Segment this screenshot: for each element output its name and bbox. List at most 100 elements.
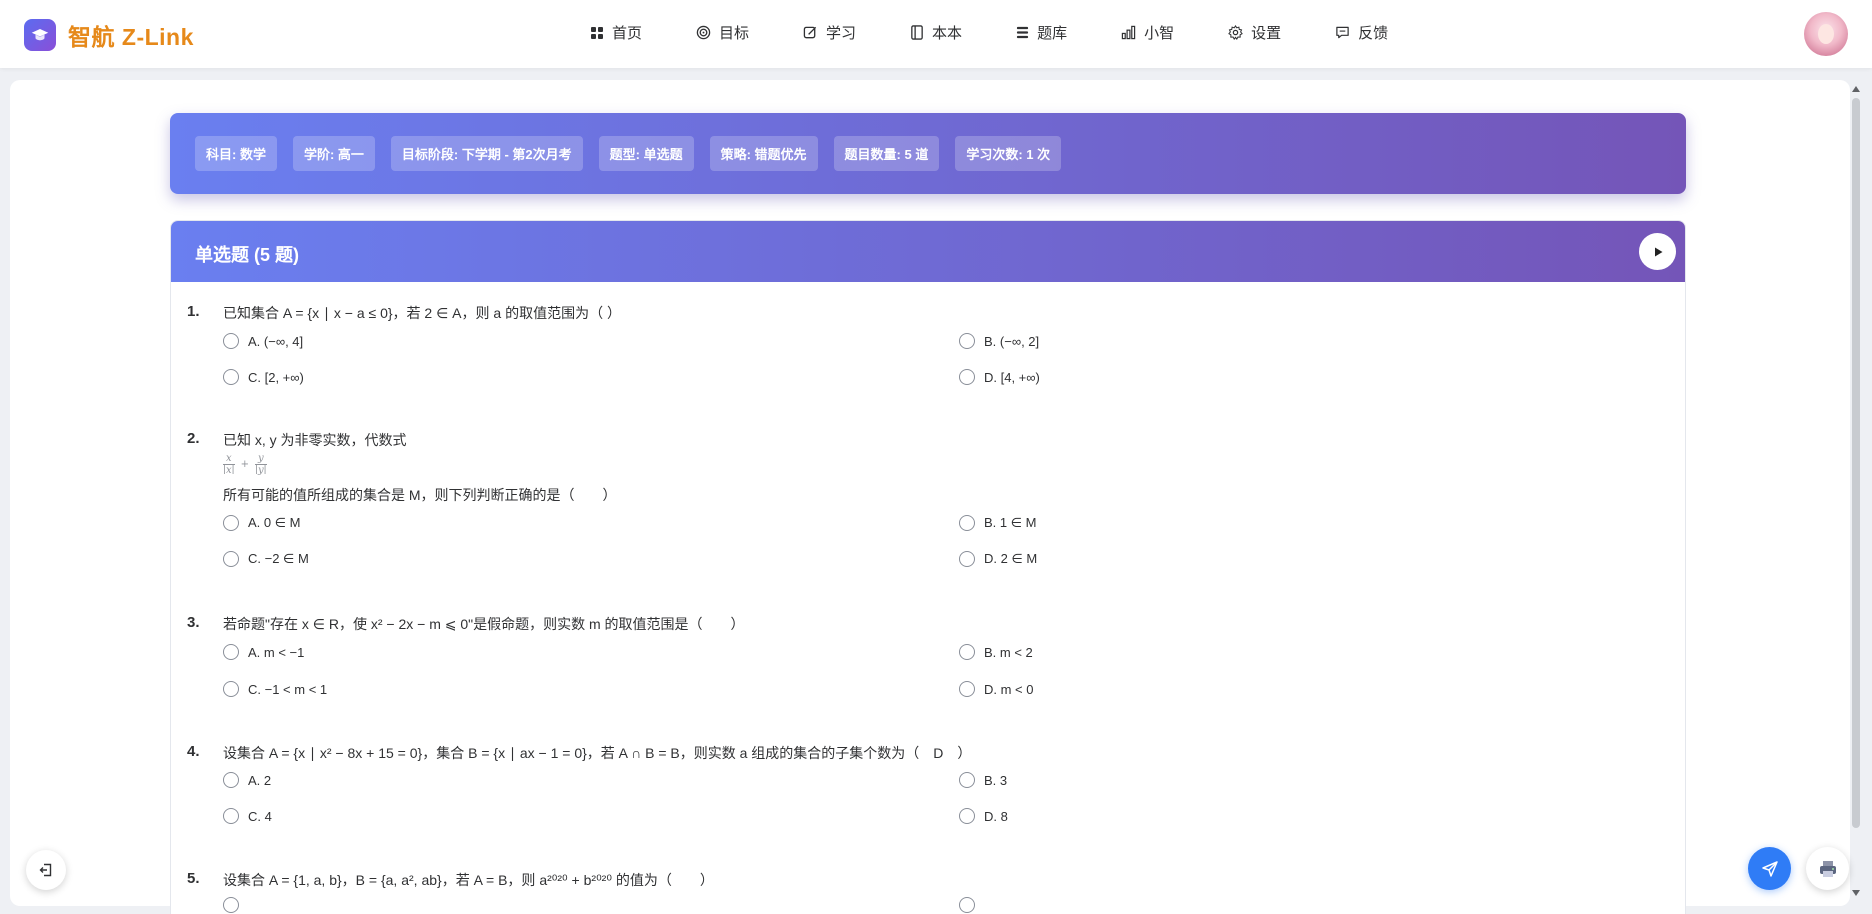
target-icon	[696, 25, 711, 40]
practice-info-card: 科目: 数学 学阶: 高一 目标阶段: 下学期 - 第2次月考 题型: 单选题 …	[170, 113, 1686, 194]
submit-button[interactable]	[1748, 847, 1791, 890]
numerator: x	[223, 453, 235, 465]
chip-question-type: 题型: 单选题	[598, 136, 694, 171]
nav-item-xiaozhi[interactable]: 小智	[1121, 22, 1174, 43]
app-name: 智航 Z-Link	[68, 24, 194, 50]
graduation-cap-icon	[24, 19, 56, 51]
avatar-face	[1818, 24, 1834, 44]
radio-button[interactable]	[959, 681, 975, 697]
option-label: D. [4, +∞)	[984, 369, 1040, 385]
denominator: ∣x∣	[223, 465, 235, 476]
option-label: C. −2 ∈ M	[248, 551, 309, 566]
chip-grade: 学阶: 高一	[292, 136, 375, 171]
nav-label: 本本	[932, 25, 963, 42]
app-logo[interactable]: 智航 Z-Link	[24, 18, 194, 52]
scroll-thumb[interactable]	[1852, 98, 1860, 828]
radio-button[interactable]	[959, 333, 975, 349]
edit-icon	[803, 26, 817, 39]
radio-button[interactable]	[959, 369, 975, 385]
fraction: y ∣y∣	[255, 453, 267, 476]
option-c[interactable]: C. −1 < m < 1	[223, 681, 327, 697]
question-number: 4.	[187, 743, 200, 760]
option-d[interactable]: D. [4, +∞)	[959, 369, 1040, 385]
radio-button[interactable]	[959, 551, 975, 567]
radio-button[interactable]	[223, 644, 239, 660]
option-b[interactable]: B. (−∞, 2]	[959, 333, 1039, 349]
option-label: C. −1 < m < 1	[248, 681, 328, 697]
nav-label: 小智	[1144, 25, 1175, 42]
radio-button[interactable]	[223, 681, 239, 697]
plus-sign: +	[240, 459, 250, 470]
nav-item-notebook[interactable]: 本本	[910, 22, 962, 43]
option-d[interactable]: D. m < 0	[959, 681, 1034, 697]
list-icon	[1016, 26, 1029, 39]
send-icon	[1761, 860, 1778, 877]
radio-button[interactable]	[223, 369, 239, 385]
option-a[interactable]	[223, 897, 248, 913]
chip-target-stage: 目标阶段: 下学期 - 第2次月考	[390, 136, 583, 171]
logout-icon	[39, 863, 52, 877]
option-d[interactable]: D. 2 ∈ M	[959, 551, 1037, 567]
bar-chart-icon	[1121, 25, 1136, 40]
option-a[interactable]: A. 0 ∈ M	[223, 515, 301, 531]
radio-button[interactable]	[223, 772, 239, 788]
nav-item-question-bank[interactable]: 题库	[1016, 22, 1067, 43]
nav-item-home[interactable]: 首页	[590, 22, 642, 43]
radio-button[interactable]	[223, 897, 239, 913]
option-c[interactable]: C. [2, +∞)	[223, 369, 304, 385]
nav-label: 首页	[612, 25, 643, 42]
radio-button[interactable]	[959, 515, 975, 531]
nav-label: 反馈	[1358, 25, 1389, 42]
question-text: 设集合 A = {1, a, b}，B = {a, a², ab}，若 A = …	[223, 872, 714, 888]
radio-button[interactable]	[223, 515, 239, 531]
denominator: ∣y∣	[255, 465, 267, 476]
formula: x ∣x∣ + y ∣y∣	[223, 453, 273, 476]
option-d[interactable]: D. 8	[959, 808, 1008, 824]
option-b[interactable]: B. 3	[959, 772, 1007, 788]
nav-label: 目标	[719, 25, 750, 42]
play-button[interactable]	[1639, 233, 1676, 270]
scroll-up-arrow[interactable]	[1852, 86, 1860, 92]
nav-label: 学习	[826, 25, 857, 42]
option-c[interactable]: C. −2 ∈ M	[223, 551, 309, 567]
option-c[interactable]: C. 4	[223, 808, 272, 824]
option-a[interactable]: A. (−∞, 4]	[223, 333, 303, 349]
play-icon	[1654, 247, 1662, 256]
option-b[interactable]: B. 1 ∈ M	[959, 515, 1037, 531]
question-number: 3.	[187, 614, 200, 631]
option-a[interactable]: A. 2	[223, 772, 271, 788]
option-label: B. (−∞, 2]	[984, 333, 1040, 349]
option-label: D. m < 0	[984, 681, 1034, 697]
user-avatar[interactable]	[1804, 12, 1848, 56]
option-label: C. 4	[248, 808, 272, 824]
question-section: 单选题 (5 题) 1. 已知集合 A = {x ∣ x − a ≤ 0}，若 …	[170, 220, 1686, 914]
nav-label: 设置	[1251, 25, 1282, 42]
radio-button[interactable]	[959, 644, 975, 660]
nav-label: 题库	[1037, 25, 1068, 42]
nav-item-feedback[interactable]: 反馈	[1335, 22, 1388, 43]
option-label: D. 8	[984, 808, 1008, 824]
nav-item-goal[interactable]: 目标	[696, 22, 749, 43]
print-button[interactable]	[1806, 847, 1849, 890]
option-label: B. m < 2	[984, 644, 1033, 660]
vertical-scrollbar[interactable]	[1850, 80, 1862, 906]
nav-item-settings[interactable]: 设置	[1228, 22, 1281, 43]
radio-button[interactable]	[959, 897, 975, 913]
top-navbar: 智航 Z-Link 首页 目标 学习 本本 题库 小智 设置 反馈	[0, 0, 1872, 68]
nav-item-study[interactable]: 学习	[803, 22, 856, 43]
radio-button[interactable]	[223, 333, 239, 349]
exit-button[interactable]	[26, 850, 66, 890]
numerator: y	[255, 453, 267, 465]
radio-button[interactable]	[223, 551, 239, 567]
grid-icon	[591, 26, 603, 39]
scroll-down-arrow[interactable]	[1852, 890, 1860, 896]
option-b[interactable]	[959, 897, 984, 913]
option-label: B. 1 ∈ M	[984, 515, 1037, 530]
radio-button[interactable]	[223, 808, 239, 824]
question-text: 已知集合 A = {x ∣ x − a ≤ 0}，若 2 ∈ A，则 a 的取值…	[223, 305, 621, 321]
option-a[interactable]: A. m < −1	[223, 644, 304, 660]
question-text-continued: 所有可能的值所组成的集合是 M，则下列判断正确的是（ ）	[223, 487, 617, 503]
radio-button[interactable]	[959, 772, 975, 788]
option-b[interactable]: B. m < 2	[959, 644, 1033, 660]
radio-button[interactable]	[959, 808, 975, 824]
